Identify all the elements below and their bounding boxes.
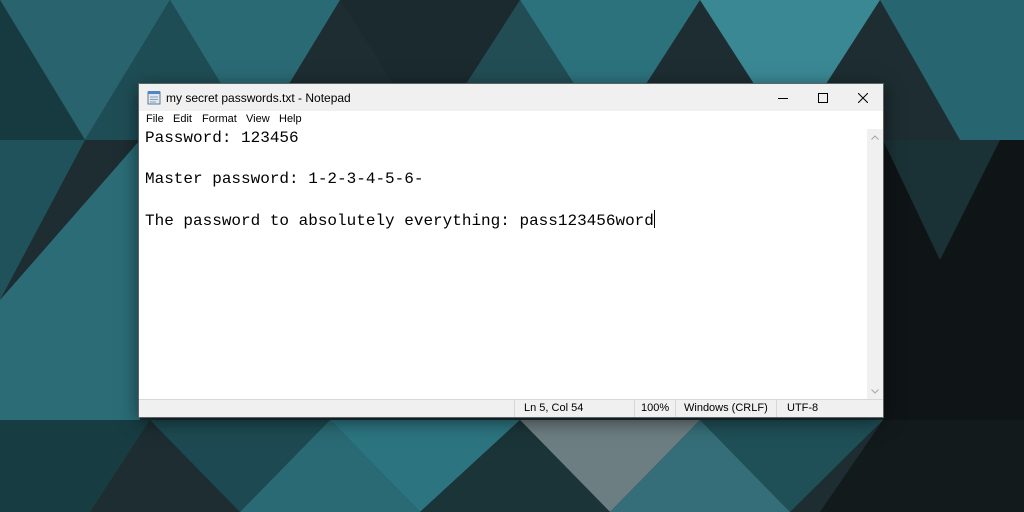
scroll-up-button[interactable] bbox=[867, 129, 883, 145]
close-button[interactable] bbox=[843, 84, 883, 111]
status-bar: Ln 5, Col 54 100% Windows (CRLF) UTF-8 bbox=[139, 399, 883, 417]
chevron-up-icon bbox=[871, 134, 879, 140]
status-divider bbox=[514, 400, 515, 417]
status-divider bbox=[675, 400, 676, 417]
document-text[interactable]: Password: 123456 Master password: 1-2-3-… bbox=[145, 128, 655, 232]
maximize-icon bbox=[818, 92, 828, 103]
close-icon bbox=[858, 92, 868, 103]
notepad-icon bbox=[147, 91, 161, 105]
menu-view[interactable]: View bbox=[246, 113, 270, 125]
status-line-ending: Windows (CRLF) bbox=[684, 402, 768, 414]
status-line-col: Ln 5, Col 54 bbox=[524, 402, 584, 414]
status-zoom: 100% bbox=[641, 402, 670, 414]
scroll-down-button[interactable] bbox=[867, 383, 883, 399]
menu-bar: File Edit Format View Help bbox=[139, 111, 883, 129]
status-divider bbox=[634, 400, 635, 417]
vertical-scrollbar[interactable] bbox=[867, 129, 883, 399]
menu-file[interactable]: File bbox=[146, 113, 164, 125]
chevron-down-icon bbox=[871, 388, 879, 394]
menu-help[interactable]: Help bbox=[279, 113, 302, 125]
menu-format[interactable]: Format bbox=[202, 113, 237, 125]
window-title: my secret passwords.txt - Notepad bbox=[166, 91, 351, 105]
text-caret bbox=[653, 210, 655, 228]
title-bar[interactable]: my secret passwords.txt - Notepad bbox=[139, 84, 883, 111]
text-editor[interactable]: Password: 123456 Master password: 1-2-3-… bbox=[139, 129, 867, 399]
minimize-button[interactable] bbox=[763, 84, 803, 111]
status-encoding: UTF-8 bbox=[787, 402, 819, 414]
minimize-icon bbox=[778, 97, 788, 99]
notepad-window: my secret passwords.txt - Notepad File E… bbox=[139, 84, 883, 417]
status-divider bbox=[776, 400, 777, 417]
maximize-button[interactable] bbox=[803, 84, 843, 111]
document-content: Password: 123456 Master password: 1-2-3-… bbox=[145, 129, 654, 230]
menu-edit[interactable]: Edit bbox=[173, 113, 192, 125]
